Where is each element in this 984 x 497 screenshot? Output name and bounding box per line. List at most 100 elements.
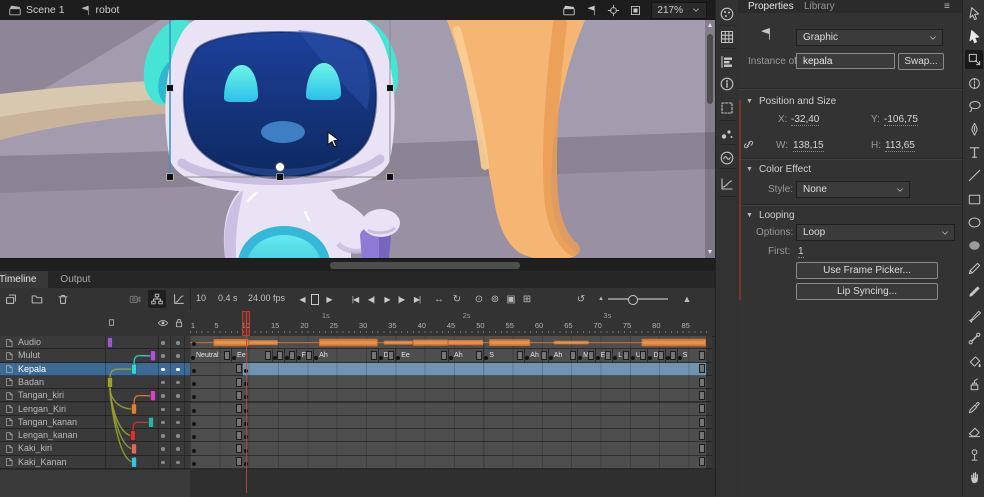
layer-frames-Kepala[interactable] <box>190 363 712 376</box>
transform-panel-icon[interactable] <box>719 100 736 117</box>
layer-name[interactable]: Badan <box>18 377 44 387</box>
instance-name-field[interactable]: kepala <box>796 53 895 69</box>
ink-bottle-tool[interactable] <box>965 375 983 394</box>
mouth-keyframe-label[interactable]: Ee <box>237 352 246 359</box>
layer-frames-Tangan_kiri[interactable] <box>190 389 712 402</box>
layer-frames-Audio[interactable] <box>190 336 712 349</box>
fluid-brush-tool[interactable] <box>965 282 983 301</box>
breadcrumb-symbol[interactable]: robot <box>96 4 120 16</box>
canvas-vertical-scrollbar[interactable]: ▲ ▼ <box>705 20 715 258</box>
asset-warp-tool[interactable] <box>965 445 983 464</box>
loop-options-select[interactable]: Loop <box>796 224 955 241</box>
new-folder-button[interactable] <box>28 290 46 308</box>
layer-frames-Kaki_kiri[interactable] <box>190 442 712 455</box>
robot-head[interactable] <box>134 20 409 193</box>
current-frame-value[interactable]: 10 <box>196 293 206 303</box>
layer-parent-tag[interactable] <box>108 377 113 387</box>
rectangle-tool[interactable] <box>965 190 983 209</box>
paint-bucket-tool[interactable] <box>965 352 983 371</box>
layer-frames-Mulut[interactable]: NeutralEeDEFAhDEeAhSAhAhMELUhD.S <box>190 349 712 362</box>
graph-editor-button[interactable] <box>170 290 188 308</box>
tab-timeline[interactable]: Timeline <box>0 271 48 288</box>
center-frame-button[interactable]: ↔ <box>430 290 448 308</box>
layer-frames-Kaki_Kanan[interactable] <box>190 456 712 469</box>
transform-handle[interactable] <box>167 85 174 92</box>
layer-name[interactable]: Tangan_kiri <box>18 390 64 400</box>
motion-editor-panel-icon[interactable] <box>719 176 736 193</box>
edit-symbol-icon[interactable] <box>585 4 598 17</box>
layer-name[interactable]: Audio <box>18 337 41 347</box>
layer-name[interactable]: Mulut <box>18 350 40 360</box>
camera-icon[interactable] <box>126 290 144 308</box>
go-to-last-frame-button[interactable]: ▶| <box>408 290 426 308</box>
show-hide-all-layers-icon[interactable] <box>157 317 169 329</box>
layer-parent-tag[interactable] <box>131 431 136 441</box>
transform-handle[interactable] <box>167 174 174 181</box>
frame-ruler[interactable]: 1s2s3s1510152025303540455055606570758085 <box>190 310 715 336</box>
hand-tool[interactable] <box>965 468 983 487</box>
width-value[interactable]: 138,15 <box>793 140 824 152</box>
swatches-panel-icon[interactable] <box>719 29 736 46</box>
mouth-keyframe-label[interactable]: S <box>489 352 494 359</box>
layer-parent-tag[interactable] <box>132 444 137 454</box>
tab-output[interactable]: Output <box>48 271 102 288</box>
layer-parent-tag[interactable] <box>151 351 156 361</box>
loop-playback-button[interactable]: ↻ <box>448 290 466 308</box>
selection-tool[interactable] <box>965 4 983 23</box>
modify-markers-button[interactable]: ⊞ <box>518 290 536 308</box>
show-parenting-view-button[interactable] <box>148 290 166 308</box>
oval-primitive-tool[interactable] <box>965 236 983 255</box>
clip-content-icon[interactable] <box>629 4 642 17</box>
y-position-value[interactable]: -106,75 <box>884 114 918 126</box>
mouth-keyframe-label[interactable]: S <box>683 352 688 359</box>
transform-handle[interactable] <box>387 174 394 181</box>
lip-syncing-button[interactable]: Lip Syncing... <box>796 283 938 300</box>
edit-scene-icon[interactable] <box>562 3 576 17</box>
mouth-keyframe-label[interactable]: Ah <box>530 352 539 359</box>
subselection-tool[interactable] <box>965 27 983 46</box>
x-position-value[interactable]: -32,40 <box>791 114 819 126</box>
stage-canvas[interactable]: ▲ ▼ <box>0 20 715 258</box>
line-tool[interactable] <box>965 166 983 185</box>
mouth-keyframe-label[interactable]: Ah <box>319 352 328 359</box>
eyedropper-tool[interactable] <box>965 398 983 417</box>
use-frame-picker-button[interactable]: Use Frame Picker... <box>796 262 938 279</box>
playhead-line[interactable] <box>246 312 248 493</box>
panel-menu-icon[interactable]: ≡ <box>944 0 950 13</box>
cc-libraries-panel-icon[interactable] <box>719 150 736 167</box>
layer-parent-tag[interactable] <box>132 457 137 467</box>
timeline-zoom-knob[interactable] <box>628 295 638 305</box>
info-panel-icon[interactable] <box>719 76 736 93</box>
text-tool[interactable] <box>965 143 983 162</box>
breadcrumb-scene[interactable]: Scene 1 <box>26 4 65 16</box>
lock-all-layers-icon[interactable] <box>173 317 185 329</box>
timeline-zoom-slider[interactable] <box>608 298 668 300</box>
gradient-transform-tool[interactable] <box>965 74 983 93</box>
tab-library[interactable]: Library <box>804 0 835 13</box>
swap-button[interactable]: Swap... <box>898 53 944 70</box>
bone-tool[interactable] <box>965 329 983 348</box>
oval-tool[interactable] <box>965 213 983 232</box>
layer-frames-Lengan_Kiri[interactable] <box>190 403 712 416</box>
pen-tool[interactable] <box>965 120 983 139</box>
layer-name[interactable]: Kaki_Kanan <box>18 457 67 467</box>
first-frame-value[interactable]: 1 <box>798 246 804 258</box>
mouth-keyframe-label[interactable]: L <box>618 352 622 359</box>
layer-parent-tag[interactable] <box>108 338 113 348</box>
transform-handle[interactable] <box>277 174 284 181</box>
layer-name[interactable]: Lengan_Kiri <box>18 404 66 414</box>
color-style-select[interactable]: None <box>796 181 910 198</box>
pencil-tool[interactable] <box>965 259 983 278</box>
layer-name[interactable]: Kaki_kiri <box>18 443 52 453</box>
section-position-and-size[interactable]: ▼Position and Size <box>746 96 836 107</box>
height-value[interactable]: 113,65 <box>885 140 915 152</box>
color-panel-icon[interactable] <box>719 6 736 23</box>
align-panel-icon[interactable] <box>719 54 736 71</box>
layer-frames-Lengan_kanan[interactable] <box>190 429 712 442</box>
layer-parent-tag[interactable] <box>132 364 137 374</box>
layer-name[interactable]: Kepala <box>18 364 46 374</box>
canvas-horizontal-scrollbar[interactable] <box>0 258 715 272</box>
link-width-height-icon[interactable] <box>742 138 755 151</box>
step-forward-button[interactable]: ▶ <box>320 290 338 308</box>
mouth-keyframe-label[interactable]: Ah <box>554 352 563 359</box>
